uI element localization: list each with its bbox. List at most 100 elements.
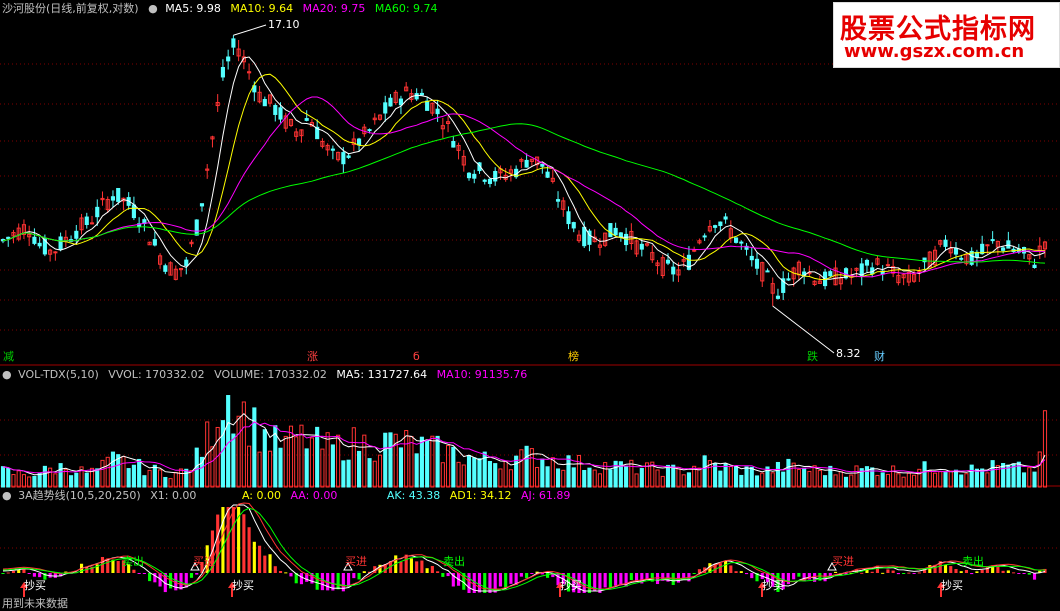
event-marker-reduce[interactable]: 减 [2,350,15,363]
volume-bar [922,461,927,488]
volume-bar [786,458,791,488]
candle-body [110,196,116,201]
event-marker-rank[interactable]: 榜 [567,350,580,363]
settings-dot-icon[interactable]: ● [2,489,12,502]
volume-bar [576,454,582,488]
stock-title[interactable]: 沙河股份(日线,前复权,对数) [2,2,139,15]
event-marker-fall[interactable]: 跌 [806,350,819,363]
volume-bar [53,473,58,488]
bottom-buy-signal: 抄买 [941,579,963,592]
indicator-bar [247,527,251,573]
candle-body [540,163,545,167]
indicator-bar [1012,572,1016,574]
volume-bar [226,395,231,488]
indicator-bar [53,573,57,578]
indicator-bar [912,573,916,574]
sell-signal: 卖出 [122,555,144,568]
indicator-bar [750,573,754,579]
indicator-bar [891,570,895,573]
volume-bar [697,467,702,488]
volume-bar [325,432,330,488]
indicator-bar [483,573,487,593]
indicator-bar [870,571,874,573]
settings-dot-icon[interactable]: ● [148,2,158,15]
candle-body [639,243,644,250]
event-marker-b[interactable]: б [412,350,421,363]
volume-bar [63,469,68,488]
candle-body [775,295,781,299]
volume-bar [27,476,32,488]
indicator-bar [943,564,948,573]
indicator-bar [132,569,136,573]
candle-body [346,155,351,158]
candle-body [749,255,754,261]
volume-bar [137,458,142,488]
volume-bar [660,475,665,488]
volume-bar [749,466,754,488]
volume-bar [398,447,404,488]
ma60-value: MA60: 9.74 [374,2,438,15]
volume-bar [739,474,744,488]
indicator-bar [17,570,21,573]
volume-bar [74,472,79,488]
volume-bar [906,472,911,488]
indicator-bar [336,573,340,590]
volume-bar [791,462,796,488]
sell-signal: 卖出 [962,555,984,568]
indicator-bar [886,569,890,573]
volume-bar [864,466,870,488]
indicator-bar [724,560,728,573]
volume-bar [964,473,969,488]
volume-bar [608,469,613,488]
ma5-line [2,56,1046,286]
volume-bar [493,463,498,488]
event-marker-rise[interactable]: 涨 [306,350,319,363]
indicator-bar [347,573,351,587]
ma10-value: MA10: 9.64 [230,2,294,15]
volume-bar [770,472,775,488]
indicator-bar [22,569,26,573]
volume-bar [702,455,707,488]
volume-bar [592,469,597,488]
indicator-bar [896,573,900,575]
volume-bar [121,456,126,488]
volume-bar [414,453,419,488]
volume-bar [267,450,273,488]
volume-bar [624,465,629,488]
volume-bar [524,445,529,488]
candle-body [451,141,456,148]
candle-body [545,171,550,178]
volume-bar [152,464,157,488]
main-chart-header: 沙河股份(日线,前复权,对数) ● MA5: 9.98 MA10: 9.64 M… [2,1,444,17]
candle-body [304,118,309,121]
event-marker-finance[interactable]: 财 [873,350,886,363]
vol-ma5-value: MA5: 131727.64 [336,368,428,381]
volume-bar [158,469,163,488]
volume-bar [943,471,948,488]
settings-dot-icon[interactable]: ● [2,368,12,381]
indicator-bar [598,573,602,593]
indicator-bar [786,573,790,585]
sell-signal: 卖出 [443,555,465,568]
indicator-bar [996,566,1000,573]
volume-bar [487,461,493,488]
volume-bar [288,425,294,488]
indicator-bar [619,573,623,586]
volume-bar [105,456,110,488]
volume-bar [891,465,896,488]
indicator-bar [744,573,749,575]
volume-bar [980,468,985,488]
indicator-name[interactable]: 3A趋势线(10,5,20,250) [18,489,141,502]
volume-bar [990,460,995,488]
volume-indicator-name[interactable]: VOL-TDX(5,10) [18,368,99,381]
candle-body [571,222,576,229]
volume-bar [278,447,283,488]
volume-bar [131,464,136,488]
volume-bar [430,435,435,488]
volume-bar [100,459,105,488]
volume-bar [1037,451,1042,488]
volume-bar [48,467,53,488]
volume-bar [796,469,801,488]
stock-chart-canvas[interactable] [0,0,1060,611]
volume-bar [163,476,168,488]
